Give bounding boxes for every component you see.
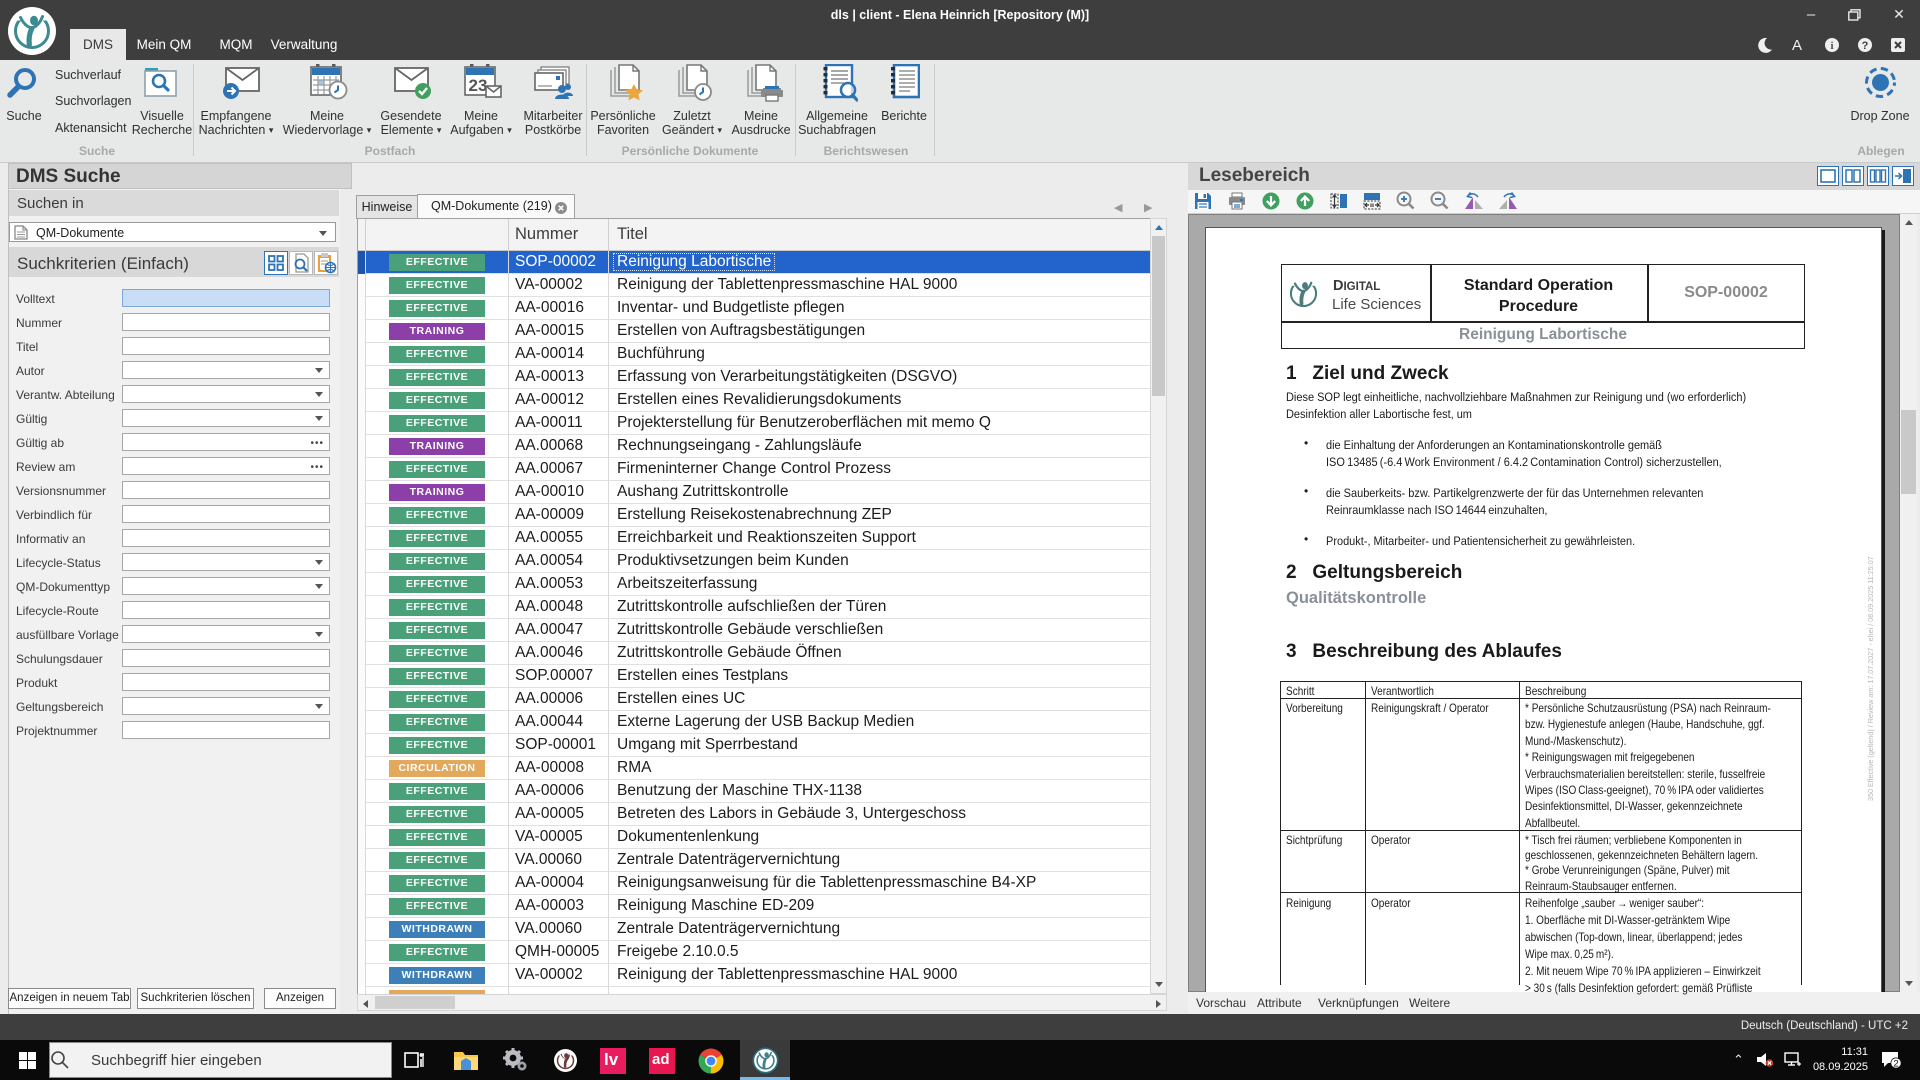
svg-text:i: i — [1831, 41, 1834, 52]
svg-text:2: 2 — [1893, 1059, 1898, 1070]
svg-text:?: ? — [1862, 40, 1869, 52]
svg-text:23: 23 — [469, 76, 488, 95]
